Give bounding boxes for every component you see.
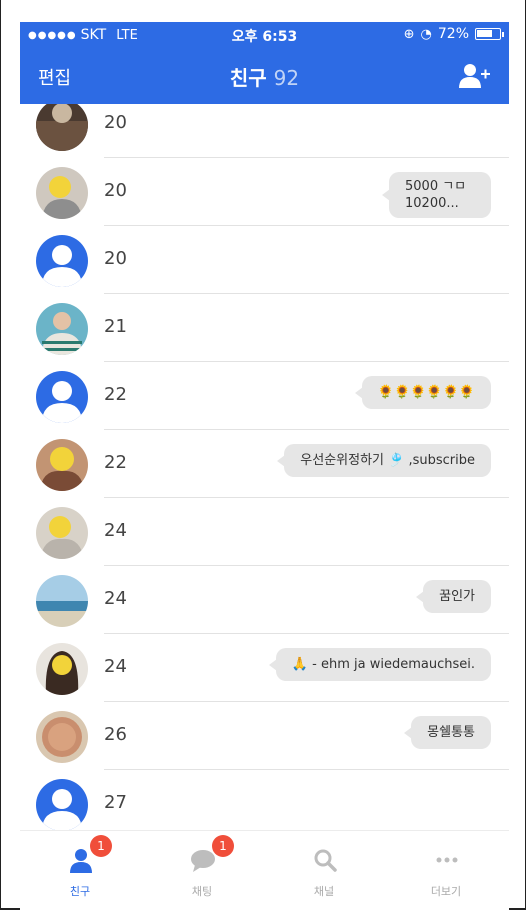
friend-row[interactable]: 24 🙏 - ehm ja wiedemauchsei. [20, 634, 509, 702]
friend-name: 22 [104, 452, 127, 473]
friend-list: 20 20 5000 ㄱㅁ 10200... 20 21 22 🌻🌻🌻🌻🌻🌻 22 우선순위정하기… [20, 104, 509, 830]
friend-count: 92 [273, 66, 300, 90]
friend-row[interactable]: 21 [20, 294, 509, 362]
friend-row[interactable]: 20 5000 ㄱㅁ 10200... [20, 158, 509, 226]
friend-name: 24 [104, 656, 127, 677]
status-message-bubble: 5000 ㄱㅁ 10200... [382, 172, 491, 218]
friend-name: 27 [104, 792, 127, 813]
friend-row[interactable]: 22 우선순위정하기 🎐 ,subscribe [20, 430, 509, 498]
status-bar: ●●●●● SKT LTE 오후 6:53 ⊕ ◔ 72% [20, 22, 509, 48]
status-right: ⊕ ◔ 72% [403, 26, 504, 42]
tab-label: 채팅 [191, 885, 213, 898]
tab-chat-bubble[interactable]: 1 채팅 [152, 835, 252, 903]
status-message-bubble: 🙏 - ehm ja wiedemauchsei. [268, 648, 491, 681]
add-friend-icon [459, 64, 490, 88]
friend-row[interactable]: 24 꿈인가 [20, 566, 509, 634]
battery-tip [502, 32, 504, 37]
notification-badge: 1 [212, 835, 234, 857]
tab-bar: 1 친구 1 채팅 채널 더보기 [20, 830, 509, 908]
friend-name: 21 [104, 316, 127, 337]
page-title-label: 친구 [229, 66, 267, 90]
avatar [36, 167, 88, 219]
avatar [36, 507, 88, 559]
status-message-bubble: 🌻🌻🌻🌻🌻🌻 [354, 376, 491, 409]
friend-name: 22 [104, 384, 127, 405]
friend-row[interactable]: 20 [20, 226, 509, 294]
chat-bubble-icon [190, 847, 216, 873]
battery-icon [475, 28, 504, 40]
default-avatar-icon [36, 371, 88, 423]
default-avatar-icon [36, 779, 88, 830]
friend-row[interactable]: 26 몽쉘통통 [20, 702, 509, 770]
friend-row[interactable]: 20 [20, 104, 509, 158]
tab-person[interactable]: 1 친구 [30, 835, 130, 903]
friend-name: 20 [104, 248, 127, 269]
avatar [36, 575, 88, 627]
friend-name: 24 [104, 520, 127, 541]
friend-row[interactable]: 27 [20, 770, 509, 830]
nav-bar: 편집 친구 92 [20, 48, 509, 104]
page-title: 친구 92 [20, 62, 509, 91]
device-frame-left [0, 0, 20, 910]
tab-search[interactable]: 채널 [274, 839, 374, 903]
status-message-bubble: 우선순위정하기 🎐 ,subscribe [277, 444, 491, 477]
avatar [36, 439, 88, 491]
friend-row[interactable]: 22 🌻🌻🌻🌻🌻🌻 [20, 362, 509, 430]
status-message-bubble: 꿈인가 [416, 580, 491, 613]
avatar [36, 104, 88, 151]
add-friend-button[interactable] [457, 62, 491, 90]
status-message-bubble: 몽쉘통통 [404, 716, 491, 749]
alarm-icon: ◔ [420, 26, 432, 42]
avatar [36, 303, 88, 355]
friend-name: 26 [104, 724, 127, 745]
phone-screen: ●●●●● SKT LTE 오후 6:53 ⊕ ◔ 72% 편집 친구 92 2… [20, 0, 509, 910]
tab-label: 채널 [313, 885, 335, 898]
tab-label: 친구 [69, 885, 91, 898]
notification-badge: 1 [90, 835, 112, 857]
more-dots-icon [434, 847, 460, 873]
friend-row[interactable]: 24 [20, 498, 509, 566]
tab-more-dots[interactable]: 더보기 [396, 839, 496, 903]
rotation-lock-icon: ⊕ [403, 26, 415, 42]
avatar [36, 711, 88, 763]
tab-label: 더보기 [430, 885, 462, 898]
device-frame-right [509, 0, 526, 910]
search-icon [312, 847, 338, 873]
friend-name: 24 [104, 588, 127, 609]
battery-fill [477, 30, 493, 37]
friend-name: 20 [104, 112, 127, 133]
person-icon [68, 847, 94, 873]
friend-name: 20 [104, 180, 127, 201]
battery-percent: 72% [437, 26, 469, 42]
default-avatar-icon [36, 235, 88, 287]
avatar [36, 643, 88, 695]
